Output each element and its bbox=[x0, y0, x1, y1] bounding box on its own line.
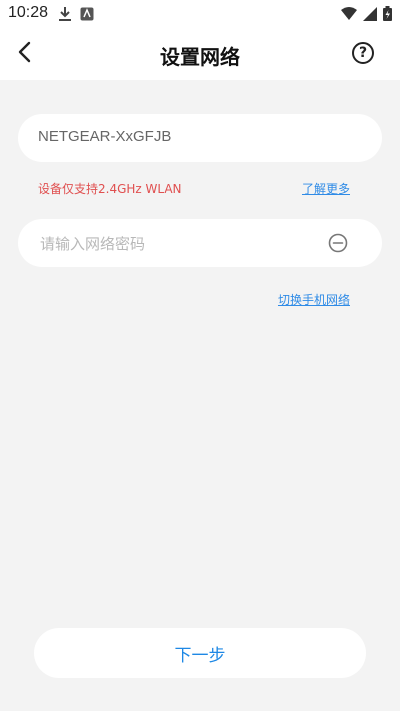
status-bar: 10:28 bbox=[0, 0, 400, 28]
battery-icon bbox=[383, 6, 392, 25]
help-icon: ? bbox=[358, 45, 368, 61]
learn-more-link[interactable]: 了解更多 bbox=[302, 180, 350, 197]
download-icon bbox=[58, 6, 72, 26]
page-title: 设置网络 bbox=[160, 45, 240, 69]
next-step-button[interactable]: 下一步 bbox=[34, 628, 366, 678]
password-input[interactable] bbox=[38, 232, 322, 256]
app-bar: 设置网络 ? bbox=[0, 28, 400, 80]
ssid-value: NETGEAR-XxGFJB bbox=[38, 128, 172, 145]
password-field[interactable] bbox=[18, 219, 382, 267]
eye-hidden-icon[interactable] bbox=[328, 233, 348, 253]
status-icons-left bbox=[58, 6, 94, 26]
status-icons-right bbox=[341, 6, 392, 25]
status-time: 10:28 bbox=[8, 4, 49, 21]
switch-phone-network-link[interactable]: 切换手机网络 bbox=[278, 291, 350, 308]
help-button[interactable]: ? bbox=[352, 42, 374, 64]
frequency-warning: 设备仅支持2.4GHz WLAN bbox=[38, 182, 182, 196]
wifi-icon bbox=[341, 6, 357, 25]
ssid-field[interactable]: NETGEAR-XxGFJB bbox=[18, 114, 382, 162]
signal-icon bbox=[363, 6, 377, 25]
app-notification-icon bbox=[80, 6, 94, 26]
